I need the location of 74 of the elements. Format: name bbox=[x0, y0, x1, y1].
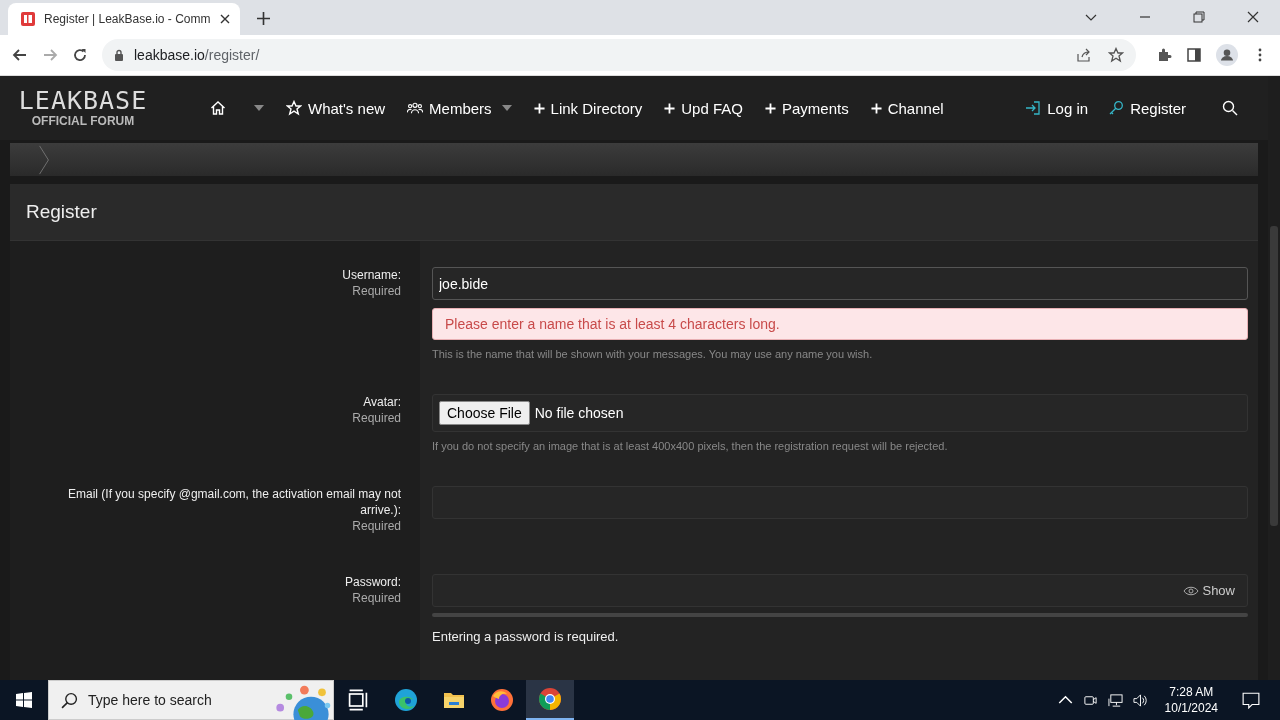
nav-link[interactable]: Upd FAQ bbox=[664, 99, 743, 117]
search-icon[interactable] bbox=[1222, 100, 1238, 116]
account-link[interactable]: Log in bbox=[1025, 99, 1089, 117]
chrome-taskbar-button[interactable] bbox=[526, 680, 574, 720]
notifications-icon[interactable] bbox=[1242, 691, 1260, 709]
required-note: Required bbox=[352, 518, 401, 534]
file-input-field[interactable]: Choose File No file chosen bbox=[432, 394, 1248, 432]
caret-icon[interactable] bbox=[254, 105, 264, 111]
side-panel-icon[interactable] bbox=[1186, 47, 1202, 63]
taskbar-search-field[interactable]: Type here to search bbox=[48, 680, 334, 720]
caret-icon[interactable] bbox=[501, 105, 512, 111]
url-path: /register/ bbox=[204, 47, 260, 63]
bookmark-star-icon[interactable] bbox=[1108, 47, 1124, 63]
breadcrumb-chevron-icon bbox=[38, 144, 50, 175]
extensions-icon[interactable] bbox=[1156, 47, 1172, 63]
choose-file-button[interactable]: Choose File bbox=[439, 401, 530, 425]
field-hint: If you do not specify an image that is at least 400x400 pixels, then the registration request will be rejected. bbox=[432, 440, 949, 452]
people-icon bbox=[407, 100, 424, 116]
field-hint: This is the name that will be shown with your messages. You may use any name you wish. bbox=[432, 348, 874, 360]
field-label: Username: bbox=[342, 267, 401, 283]
home-icon bbox=[210, 100, 226, 116]
address-bar[interactable]: leakbase.io/register/ bbox=[102, 39, 1136, 71]
tab-title: Register | LeakBase.io - Comm bbox=[44, 12, 212, 26]
star-icon bbox=[286, 100, 302, 116]
plus-icon bbox=[664, 102, 676, 114]
field-label: Password: bbox=[344, 574, 401, 590]
browser-tab[interactable]: Register | LeakBase.io - Comm bbox=[8, 3, 240, 35]
nav-link[interactable]: Payments bbox=[765, 99, 849, 117]
required-note: Required bbox=[352, 410, 401, 426]
close-icon[interactable] bbox=[1247, 11, 1259, 23]
nav-link[interactable]: Channel bbox=[870, 99, 944, 117]
nav-link[interactable]: Link Directory bbox=[533, 99, 643, 117]
plus-icon bbox=[765, 102, 776, 114]
lock-icon bbox=[114, 49, 124, 61]
account-link[interactable]: Register bbox=[1108, 99, 1186, 117]
required-note: Required bbox=[352, 590, 401, 606]
url-host: leakbase.io bbox=[134, 47, 205, 63]
page-title: Register bbox=[26, 201, 97, 223]
validation-message: Entering a password is required. bbox=[432, 629, 620, 644]
required-note: Required bbox=[352, 283, 401, 299]
plus-icon bbox=[870, 102, 882, 114]
firefox-icon[interactable] bbox=[490, 688, 514, 712]
network-icon[interactable] bbox=[1107, 692, 1123, 708]
field-label: Avatar: bbox=[363, 394, 401, 410]
new-tab-icon[interactable] bbox=[257, 12, 270, 25]
edge-browser-icon[interactable] bbox=[394, 688, 418, 712]
nav-link[interactable] bbox=[210, 100, 264, 116]
site-favicon-icon bbox=[20, 11, 36, 27]
profile-icon[interactable] bbox=[1216, 44, 1238, 66]
scrollbar[interactable] bbox=[1268, 76, 1280, 680]
reload-icon[interactable] bbox=[72, 47, 88, 63]
plus-icon bbox=[533, 102, 545, 114]
nav-link[interactable]: What's new bbox=[286, 99, 386, 117]
chrome-icon bbox=[538, 687, 562, 711]
file-status: No file chosen bbox=[534, 405, 624, 421]
sign-in-icon bbox=[1025, 100, 1042, 116]
share-icon[interactable] bbox=[1076, 47, 1092, 63]
volume-icon[interactable] bbox=[1132, 692, 1148, 708]
search-icon bbox=[61, 691, 78, 709]
windows-start-icon[interactable] bbox=[16, 692, 32, 708]
eye-icon bbox=[1183, 585, 1200, 596]
task-view-icon[interactable] bbox=[346, 688, 370, 712]
site-logo[interactable]: LEAKBASE OFFICIAL FORUM bbox=[18, 88, 148, 128]
taskbar-clock[interactable]: 7:28 AM 10/1/2024 bbox=[1164, 684, 1218, 716]
error-message: Please enter a name that is at least 4 characters long. bbox=[432, 308, 1248, 340]
text-input-field[interactable]: joe.bide bbox=[432, 267, 1248, 300]
back-icon[interactable] bbox=[12, 47, 28, 63]
key-icon bbox=[1108, 100, 1125, 116]
show-password-button[interactable]: Show bbox=[1177, 582, 1241, 599]
close-tab-icon[interactable] bbox=[220, 14, 230, 24]
password-input-field[interactable]: Show bbox=[432, 574, 1248, 607]
field-label: Email (If you specify @gmail.com, the activation email may not arrive.): bbox=[67, 486, 401, 518]
restore-icon[interactable] bbox=[1193, 11, 1205, 23]
nav-link[interactable]: Members bbox=[407, 99, 512, 117]
